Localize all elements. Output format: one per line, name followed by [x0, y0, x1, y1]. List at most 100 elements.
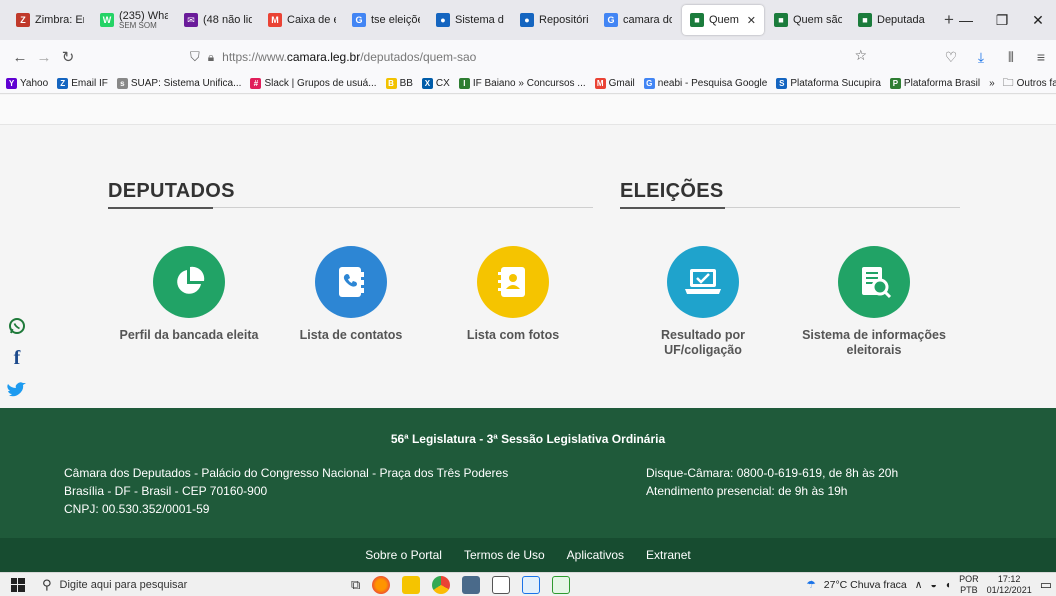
bookmark-item[interactable]: s SUAP: Sistema Unifica...	[116, 78, 241, 89]
footer-contact: Disque-Câmara: 0800-0-619-619, de 8h às …	[646, 466, 899, 498]
restore-icon[interactable]: ❐	[984, 12, 1020, 29]
lock-icon[interactable]: 🔒︎	[208, 50, 214, 65]
calc-sheet-icon[interactable]	[552, 575, 571, 594]
bookmark-star-icon[interactable]: ☆	[854, 47, 867, 64]
bookmark-item[interactable]: I IF Baiano » Concursos ...	[458, 78, 586, 89]
task-view-icon[interactable]: ⧉	[351, 577, 360, 593]
forward-icon[interactable]: →	[32, 49, 56, 66]
pocket-icon[interactable]: ♡	[936, 49, 966, 66]
close-tab-icon[interactable]: ✕	[747, 14, 756, 27]
menu-icon[interactable]: ≡	[1026, 49, 1056, 65]
card-resultado-uf[interactable]: Resultado por UF/coligação	[628, 246, 778, 358]
browser-tab[interactable]: ■ Quem são	[766, 5, 850, 35]
writer-icon[interactable]	[522, 575, 541, 594]
card-perfil-bancada[interactable]: Perfil da bancada eleita	[114, 246, 264, 343]
bookmark-label: neabi - Pesquisa Google	[657, 78, 768, 89]
card-label[interactable]: Lista de contatos	[276, 328, 426, 343]
volume-icon[interactable]: ◖	[945, 579, 951, 591]
tab-favicon-icon: ●	[436, 13, 450, 27]
back-icon[interactable]: ←	[8, 49, 32, 66]
browser-tab[interactable]: Z Zimbra: Ent	[8, 5, 92, 35]
bookmark-item[interactable]: Gneabi - Pesquisa Google	[643, 78, 768, 89]
bookmark-item[interactable]: # Slack | Grupos de usuá...	[250, 78, 377, 89]
bookmarks-bar: Y Yahoo Z Email IF s SUAP: Sistema Unifica...…	[0, 74, 1056, 94]
notifications-icon[interactable]: ▭	[1040, 577, 1052, 593]
taskbar-search[interactable]: ⚲ Digite aqui para pesquisar	[36, 573, 316, 596]
tab-favicon-icon: ●	[520, 13, 534, 27]
other-favorites-folder[interactable]: 🗀︎ Outros favoritos	[1003, 74, 1056, 93]
window-controls: — ❐ ✕	[948, 0, 1056, 40]
bookmark-item[interactable]: M Gmail	[594, 78, 635, 89]
firefox-icon[interactable]	[372, 575, 391, 594]
bookmark-item[interactable]: P Plataforma Brasil	[889, 78, 980, 89]
minimize-icon[interactable]: —	[948, 12, 984, 28]
clock[interactable]: 17:12 01/12/2021	[987, 574, 1032, 596]
browser-tab[interactable]: ■ Deputada F	[850, 5, 934, 35]
bookmark-label: Plataforma Sucupira	[790, 78, 881, 89]
card-label[interactable]: Resultado por UF/coligação	[628, 328, 778, 358]
document-icon[interactable]	[492, 575, 511, 594]
whatsapp-icon[interactable]	[0, 312, 34, 340]
twitter-icon[interactable]	[0, 376, 34, 404]
shield-icon[interactable]: ⛉	[190, 49, 200, 65]
browser-tab[interactable]: W(235) What:SEM SOM	[92, 5, 176, 35]
tab-favicon-icon: W	[100, 13, 114, 27]
photo-list-icon[interactable]	[477, 246, 549, 318]
language-indicator[interactable]: POR PTB	[959, 574, 979, 596]
windows-taskbar: ⚲ Digite aqui para pesquisar ⧉ ☂ 27°C Ch…	[0, 572, 1056, 596]
download-icon[interactable]: ⤓	[966, 49, 996, 66]
laptop-check-icon[interactable]	[667, 246, 739, 318]
card-lista-fotos[interactable]: Lista com fotos	[438, 246, 588, 343]
reload-icon[interactable]: ↻	[56, 48, 80, 66]
bookmark-item[interactable]: Y Yahoo	[6, 78, 48, 89]
bookmark-item[interactable]: S Plataforma Sucupira	[776, 78, 881, 89]
bookmark-favicon-icon: P	[889, 78, 901, 89]
browser-tab[interactable]: ✉ (48 não lido	[176, 5, 260, 35]
bookmark-favicon-icon: I	[458, 78, 470, 89]
tray-expand-icon[interactable]: ∧	[915, 579, 923, 591]
browser-tab[interactable]: ● Repositório	[512, 5, 596, 35]
browser-tab[interactable]: M Caixa de en	[260, 5, 344, 35]
section-divider	[108, 207, 593, 209]
footer-link-extranet[interactable]: Extranet	[646, 548, 691, 562]
library-icon[interactable]: ⫴	[996, 49, 1026, 66]
footer-link-sobre[interactable]: Sobre o Portal	[365, 548, 442, 562]
page-header-strip	[0, 95, 1056, 125]
contact-book-icon[interactable]	[315, 246, 387, 318]
network-icon[interactable]: ◒	[930, 579, 936, 591]
taskbar-apps: ⧉	[351, 575, 571, 594]
footer-link-aplicativos[interactable]: Aplicativos	[567, 548, 624, 562]
browser-tab[interactable]: ● Sistema de	[428, 5, 512, 35]
windows-start-icon[interactable]	[0, 577, 36, 592]
browser-tab[interactable]: Gcamara dos	[596, 5, 680, 35]
bookmark-label: BB	[399, 78, 413, 89]
footer-link-termos[interactable]: Termos de Uso	[464, 548, 545, 562]
more-bookmarks-icon[interactable]: »	[989, 78, 995, 89]
bookmark-label: Gmail	[608, 78, 635, 89]
address-bar[interactable]: ⛉ 🔒︎ https://www.camara.leg.br/deputados…	[180, 43, 875, 71]
chrome-icon[interactable]	[432, 575, 451, 594]
document-search-icon[interactable]	[838, 246, 910, 318]
tab-label: Deputada F	[877, 14, 926, 26]
browser-tab[interactable]: ■ Quem sã ✕	[682, 5, 764, 35]
facebook-icon[interactable]: f	[0, 344, 34, 372]
bookmark-item[interactable]: B BB	[385, 78, 413, 89]
card-label[interactable]: Sistema de informações eleitorais	[799, 328, 949, 358]
bookmark-item[interactable]: Z Email IF	[57, 78, 108, 89]
calculator-icon[interactable]	[462, 575, 481, 594]
pie-chart-icon[interactable]	[153, 246, 225, 318]
weather-icon[interactable]: ☂	[806, 579, 815, 591]
tab-label: Repositório	[539, 14, 588, 26]
weather-text[interactable]: 27°C Chuva fraca	[824, 579, 907, 591]
card-sistema-informacoes[interactable]: Sistema de informações eleitorais	[799, 246, 949, 358]
bookmark-favicon-icon: X	[421, 78, 433, 89]
browser-tab[interactable]: Gtse eleições	[344, 5, 428, 35]
card-label[interactable]: Perfil da bancada eleita	[114, 328, 264, 343]
close-window-icon[interactable]: ✕	[1020, 12, 1056, 29]
card-lista-contatos[interactable]: Lista de contatos	[276, 246, 426, 343]
card-label[interactable]: Lista com fotos	[438, 328, 588, 343]
bookmark-favicon-icon: Y	[6, 78, 17, 89]
file-explorer-icon[interactable]	[402, 575, 421, 594]
bookmark-item[interactable]: X CX	[421, 78, 450, 89]
tab-label: Caixa de en	[287, 14, 336, 26]
